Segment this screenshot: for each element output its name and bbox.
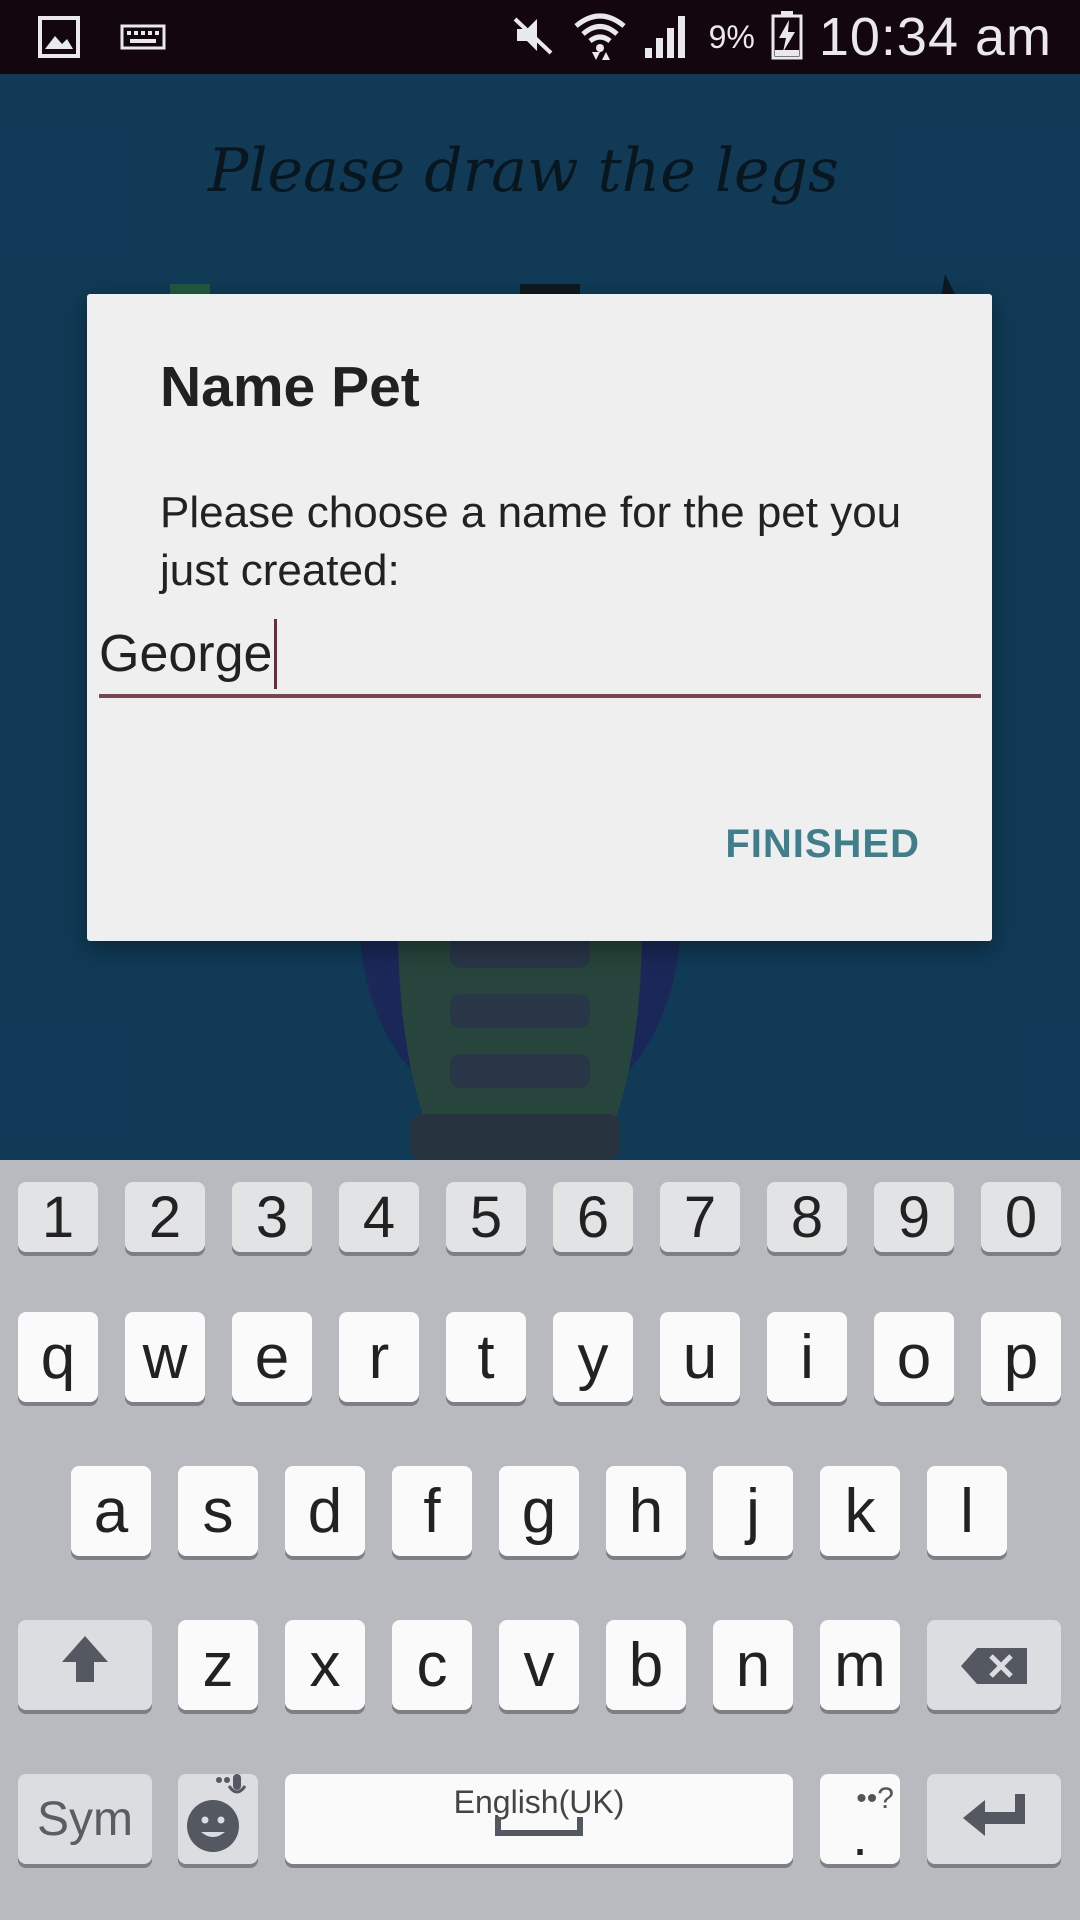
key-f[interactable]: f [392, 1466, 472, 1556]
finished-button[interactable]: FINISHED [725, 822, 920, 867]
shift-arrow-icon [58, 1630, 112, 1701]
enter-key[interactable] [927, 1774, 1061, 1864]
keyboard-icon [120, 16, 166, 62]
key-p[interactable]: p [981, 1312, 1061, 1402]
dialog-message: Please choose a name for the pet you jus… [160, 488, 902, 595]
key-c[interactable]: c [392, 1620, 472, 1710]
key-l[interactable]: l [927, 1466, 1007, 1556]
key-v[interactable]: v [499, 1620, 579, 1710]
backspace-icon [959, 1630, 1029, 1701]
battery-charging-icon [771, 10, 803, 64]
key-6[interactable]: 6 [553, 1182, 633, 1252]
text-caret [274, 619, 278, 689]
shift-key[interactable] [18, 1620, 152, 1710]
space-bar-icon [494, 1781, 584, 1852]
key-w[interactable]: w [125, 1312, 205, 1402]
dialog-title: Name Pet [160, 355, 420, 419]
key-x[interactable]: x [285, 1620, 365, 1710]
key-7[interactable]: 7 [660, 1182, 740, 1252]
key-s[interactable]: s [178, 1466, 258, 1556]
key-y[interactable]: y [553, 1312, 633, 1402]
key-j[interactable]: j [713, 1466, 793, 1556]
battery-percent: 9% [708, 18, 755, 55]
wifi-icon [573, 8, 627, 66]
key-u[interactable]: u [660, 1312, 740, 1402]
space-key[interactable]: English(UK) [285, 1774, 793, 1864]
key-n[interactable]: n [713, 1620, 793, 1710]
mute-icon [509, 11, 557, 63]
name-pet-dialog: Name Pet Please choose a name for the pe… [87, 294, 992, 941]
key-k[interactable]: k [820, 1466, 900, 1556]
key-r[interactable]: r [339, 1312, 419, 1402]
key-z[interactable]: z [178, 1620, 258, 1710]
key-0[interactable]: 0 [981, 1182, 1061, 1252]
key-3[interactable]: 3 [232, 1182, 312, 1252]
gallery-icon [38, 16, 80, 62]
period-key[interactable]: ••? . [820, 1774, 900, 1864]
key-d[interactable]: d [285, 1466, 365, 1556]
key-a[interactable]: a [71, 1466, 151, 1556]
key-q[interactable]: q [18, 1312, 98, 1402]
sym-key[interactable]: Sym [18, 1774, 152, 1864]
enter-icon [959, 1784, 1029, 1855]
key-b[interactable]: b [606, 1620, 686, 1710]
key-5[interactable]: 5 [446, 1182, 526, 1252]
backspace-key[interactable] [927, 1620, 1061, 1710]
key-9[interactable]: 9 [874, 1182, 954, 1252]
signal-icon [643, 10, 693, 64]
pet-name-input[interactable]: George [99, 614, 981, 698]
key-i[interactable]: i [767, 1312, 847, 1402]
key-h[interactable]: h [606, 1466, 686, 1556]
key-m[interactable]: m [820, 1620, 900, 1710]
key-8[interactable]: 8 [767, 1182, 847, 1252]
key-o[interactable]: o [874, 1312, 954, 1402]
soft-keyboard: 1 2 3 4 5 6 7 8 9 0 q w e r t y u i o p … [0, 1160, 1080, 1920]
emoji-voice-key[interactable] [178, 1773, 258, 1864]
period-label: . [852, 1804, 868, 1867]
key-1[interactable]: 1 [18, 1182, 98, 1252]
key-e[interactable]: e [232, 1312, 312, 1402]
emoji-icon [183, 1770, 253, 1869]
key-g[interactable]: g [499, 1466, 579, 1556]
key-4[interactable]: 4 [339, 1182, 419, 1252]
key-t[interactable]: t [446, 1312, 526, 1402]
status-bar: 9% 10:34 am [0, 0, 1080, 74]
pet-name-value: George [99, 625, 273, 683]
key-2[interactable]: 2 [125, 1182, 205, 1252]
clock: 10:34 am [818, 7, 1052, 67]
